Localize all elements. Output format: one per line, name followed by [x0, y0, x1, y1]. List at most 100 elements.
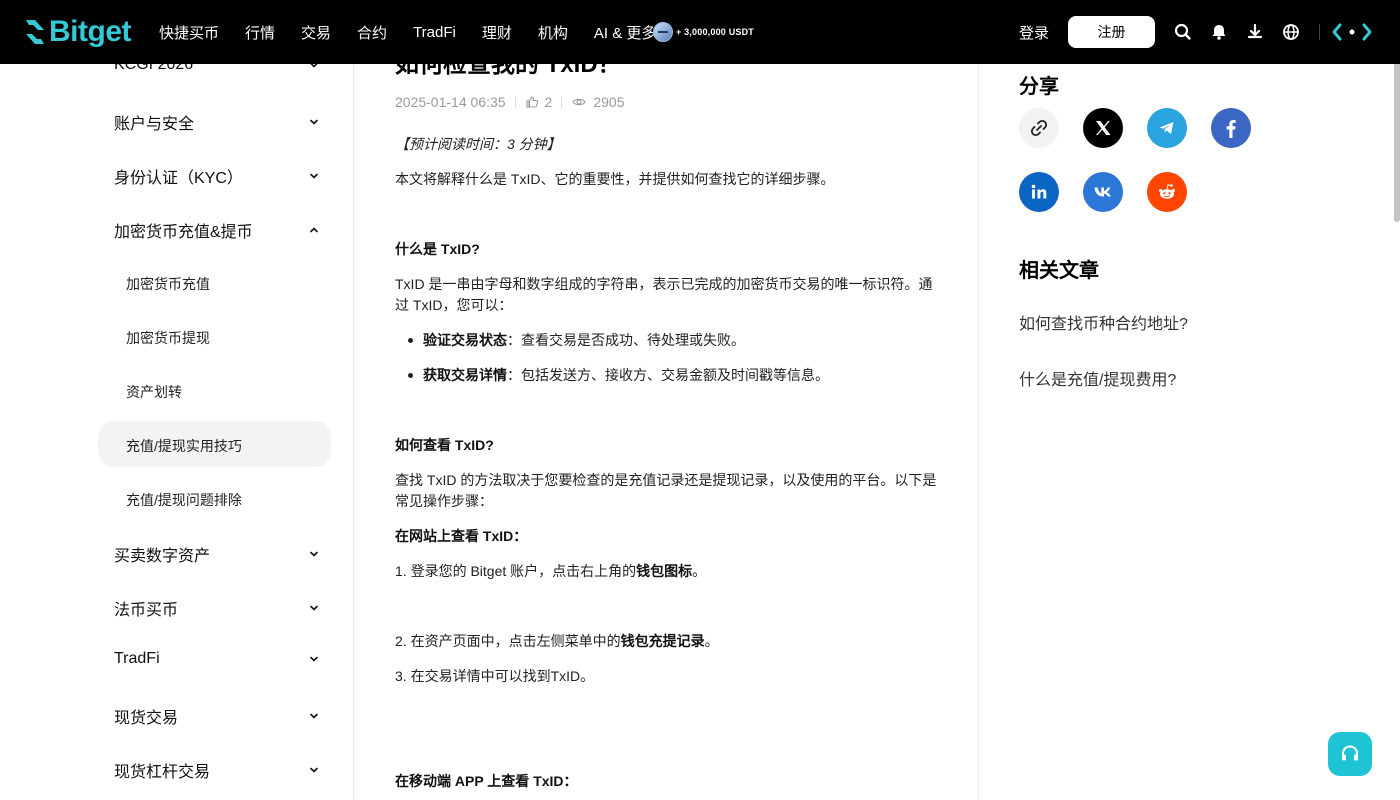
share-x-button[interactable]	[1083, 108, 1123, 148]
linkedin-icon	[1031, 184, 1047, 199]
link-icon	[1030, 119, 1048, 137]
step-3: 3. 在交易详情中可以找到TxID。	[395, 668, 595, 684]
step-2-end: 。	[704, 633, 719, 649]
chevron-down-icon	[310, 173, 318, 179]
chevron-down-icon	[310, 551, 318, 557]
reddit-icon	[1159, 184, 1175, 199]
share-reddit-button[interactable]	[1147, 172, 1187, 212]
step-1-bold: 钱包图标	[636, 563, 693, 579]
sidebar-item-label: 买卖数字资产	[114, 548, 211, 565]
register-button[interactable]: 注册	[1068, 16, 1155, 48]
share-link-button[interactable]	[1019, 108, 1059, 148]
download-icon[interactable]	[1245, 22, 1265, 42]
step-1-end: 。	[692, 563, 707, 579]
related-articles-title: 相关文章	[1019, 260, 1099, 282]
reading-time: 【预计阅读时间：3 分钟】	[395, 136, 561, 152]
brand-name: Bitget	[49, 15, 132, 48]
related-article-link[interactable]: 如何查找币种合约地址?	[1019, 310, 1188, 334]
sidebar-item-label: 身份认证（KYC）	[114, 170, 243, 187]
share-facebook-button[interactable]	[1211, 108, 1251, 148]
article-likes: 2	[544, 94, 553, 110]
nav-trade[interactable]: 交易	[301, 22, 331, 43]
list-item: 验证交易状态：查看交易是否成功、待处理或失败。	[408, 330, 745, 351]
share-telegram-button[interactable]	[1147, 108, 1187, 148]
help-center-sidebar: KCGI 2026 账户与安全 身份认证（KYC） 加密货币充值&提币 加密货币…	[0, 64, 354, 800]
bitget-logo[interactable]: Bitget	[24, 15, 132, 49]
globe-icon[interactable]	[1281, 22, 1301, 42]
sidebar-item-kyc[interactable]: 身份认证（KYC）	[114, 164, 319, 188]
bullet-label: 验证交易状态	[423, 332, 507, 348]
how-to-check-paragraph: 查找 TxID 的方法取决于您要检查的是充值记录还是提现记录，以及使用的平台。以…	[395, 472, 937, 509]
bullet-text: ：包括发送方、接收方、交易金额及时间戳等信息。	[507, 367, 829, 383]
telegram-icon	[1159, 122, 1174, 134]
sidebar-item-label: KCGI 2026	[114, 64, 194, 73]
step-2-text: 2. 在资产页面中，点击左侧菜单中的	[395, 633, 621, 649]
bullet-text: ：查看交易是否成功、待处理或失败。	[507, 332, 745, 348]
customer-support-button[interactable]	[1328, 732, 1372, 776]
chevron-down-icon	[310, 767, 318, 773]
sidebar-item-deposit-withdraw[interactable]: 加密货币充值&提币	[114, 218, 319, 242]
chevron-up-icon	[310, 227, 318, 233]
heading-what-is-txid: 什么是 TxID?	[395, 241, 480, 257]
share-linkedin-button[interactable]	[1019, 172, 1059, 212]
share-title: 分享	[1019, 76, 1059, 98]
step-2-bold: 钱包充提记录	[620, 633, 705, 649]
related-article-link[interactable]: 什么是充值/提现费用?	[1019, 366, 1176, 390]
chevron-down-icon	[310, 656, 318, 662]
chevron-down-icon	[310, 64, 318, 68]
heading-how-to-check: 如何查看 TxID?	[395, 437, 494, 453]
sidebar-item-tradfi[interactable]: TradFi	[114, 650, 319, 668]
top-navigation-bar: Bitget 快捷买币 行情 交易 合约 TradFi 理财 机构 AI & 更…	[0, 0, 1400, 64]
vk-icon	[1094, 187, 1111, 197]
article-views: 2905	[593, 94, 625, 110]
content-divider	[978, 64, 979, 800]
login-button[interactable]: 登录	[1019, 22, 1049, 43]
sidebar-subitem-troubleshooting[interactable]: 充值/提现问题排除	[126, 490, 242, 510]
promo-coin-icon	[653, 22, 673, 42]
sidebar-item-fiat[interactable]: 法币买币	[114, 596, 319, 620]
nav-divider	[1319, 24, 1320, 40]
bitget-logo-mark	[26, 20, 44, 44]
thumbs-up-icon[interactable]	[525, 95, 539, 109]
sidebar-item-label: 加密货币充值&提币	[114, 224, 253, 241]
sidebar-subitem-asset-transfer[interactable]: 资产划转	[126, 382, 182, 402]
nav-ai-more[interactable]: AI & 更多	[594, 22, 657, 43]
list-item: 获取交易详情：包括发送方、接收方、交易金额及时间戳等信息。	[408, 365, 829, 386]
eye-icon	[572, 98, 586, 106]
sidebar-subitem-crypto-deposit[interactable]: 加密货币充值	[126, 274, 210, 294]
sidebar-item-account-security[interactable]: 账户与安全	[114, 110, 319, 134]
search-icon[interactable]	[1173, 22, 1193, 42]
sidebar-item-label: 现货交易	[114, 710, 179, 727]
nav-institutional[interactable]: 机构	[538, 22, 568, 43]
sidebar-item-spot-margin[interactable]: 现货杠杆交易	[114, 758, 319, 782]
sidebar-item-label: 法币买币	[114, 602, 179, 619]
promo-banner[interactable]: + 3,000,000 USDT	[653, 22, 754, 42]
sidebar-item-label: 现货杠杆交易	[114, 764, 211, 781]
article-meta: 2025-01-14 06:35 2 2905	[395, 94, 625, 110]
bell-icon[interactable]	[1209, 22, 1229, 42]
share-vk-button[interactable]	[1083, 172, 1123, 212]
more-icon[interactable]	[1332, 22, 1372, 42]
meta-divider	[514, 96, 516, 108]
heading-on-mobile-app: 在移动端 APP 上查看 TxID：	[395, 773, 578, 789]
intro-paragraph: 本文将解释什么是 TxID、它的重要性，并提供如何查找它的详细步骤。	[395, 171, 835, 187]
sidebar-item-spot[interactable]: 现货交易	[114, 704, 319, 728]
sidebar-subitem-crypto-withdraw[interactable]: 加密货币提现	[126, 328, 210, 348]
nav-futures[interactable]: 合约	[357, 22, 387, 43]
nav-markets[interactable]: 行情	[245, 22, 275, 43]
what-is-txid-paragraph: TxID 是一串由字母和数字组成的字符串，表示已完成的加密货币交易的唯一标识符。…	[395, 276, 933, 313]
chevron-down-icon	[310, 119, 318, 125]
chevron-down-icon	[310, 605, 318, 611]
meta-divider	[561, 96, 563, 108]
sidebar-item-label: TradFi	[114, 650, 160, 667]
step-2: 2. 在资产页面中，点击左侧菜单中的钱包充提记录。	[395, 631, 940, 652]
bullet-label: 获取交易详情	[423, 367, 507, 383]
nav-earn[interactable]: 理财	[482, 22, 512, 43]
nav-quick-buy[interactable]: 快捷买币	[159, 22, 219, 43]
sidebar-item-kcgi[interactable]: KCGI 2026	[114, 64, 319, 74]
sidebar-item-buy-sell[interactable]: 买卖数字资产	[114, 542, 319, 566]
heading-on-website: 在网站上查看 TxID：	[395, 528, 528, 544]
nav-tradfi[interactable]: TradFi	[413, 24, 456, 41]
sidebar-subitem-tips[interactable]: 充值/提现实用技巧	[126, 436, 242, 456]
facebook-icon	[1226, 120, 1236, 138]
